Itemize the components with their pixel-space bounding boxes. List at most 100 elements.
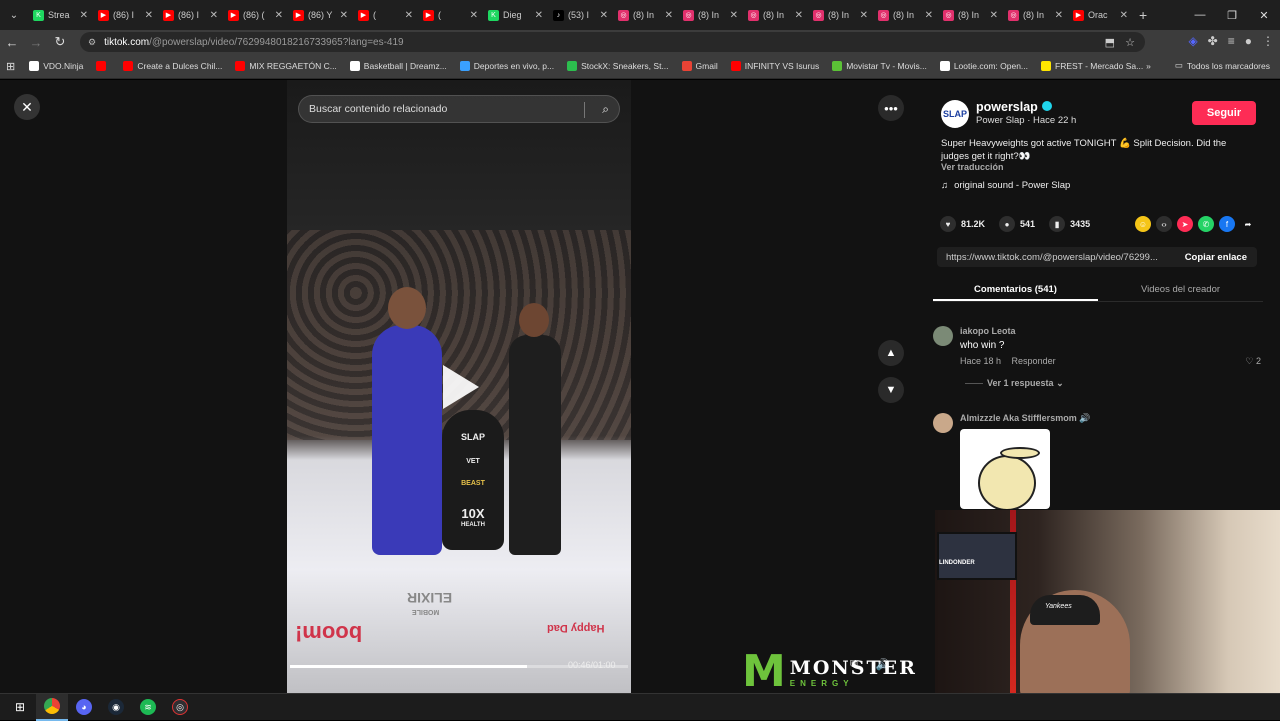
next-video-icon[interactable]: ▼: [878, 377, 904, 403]
creator-avatar[interactable]: SLAP: [941, 100, 969, 128]
browser-tab[interactable]: ▶ (✕: [353, 4, 418, 26]
browser-tab[interactable]: ◎ (8) In ✕: [743, 4, 808, 26]
bookmark-item[interactable]: INFINITY VS Isurus: [730, 61, 819, 71]
more-options-icon[interactable]: •••: [878, 95, 904, 121]
share-arrow-icon[interactable]: ➦: [1240, 216, 1256, 232]
send-icon[interactable]: ➤: [1177, 216, 1193, 232]
tab-close-icon[interactable]: ✕: [990, 10, 998, 21]
bookmark-item[interactable]: Lootie.com: Open...: [939, 61, 1028, 71]
bookmark-item[interactable]: VDO.Ninja: [29, 61, 83, 71]
browser-tab[interactable]: ◎ (8) In ✕: [613, 4, 678, 26]
comment-avatar[interactable]: [933, 326, 953, 346]
browser-tab[interactable]: ◎ (8) In ✕: [938, 4, 1003, 26]
bookmark-star-icon[interactable]: ☆: [1125, 36, 1135, 49]
tab-close-icon[interactable]: ✕: [80, 10, 88, 21]
close-icon[interactable]: ✕: [14, 94, 40, 120]
extensions-puzzle-icon[interactable]: ✤: [1208, 34, 1218, 48]
translate-link[interactable]: Ver traducción: [941, 162, 1004, 172]
bookmark-item[interactable]: [96, 61, 110, 71]
play-icon[interactable]: [443, 365, 479, 409]
tab-close-icon[interactable]: ✕: [795, 10, 803, 21]
bookmark-item[interactable]: FREST - Mercado Sa...: [1041, 61, 1143, 71]
reload-icon[interactable]: ↻: [48, 34, 72, 50]
tab-close-icon[interactable]: ✕: [470, 10, 478, 21]
browser-tab[interactable]: ▶ (86) (✕: [223, 4, 288, 26]
comment-button[interactable]: ● 541: [999, 216, 1035, 232]
close-window-icon[interactable]: ✕: [1248, 0, 1280, 30]
comment-author[interactable]: Almizzzle Aka Stifflersmom 🔊: [960, 413, 1090, 424]
comment-author[interactable]: iakopo Leota: [960, 326, 1016, 336]
bookmark-item[interactable]: Basketball | Dreamz...: [349, 61, 447, 71]
related-search-input[interactable]: Buscar contenido relacionado ⌕: [298, 95, 620, 123]
site-info-icon[interactable]: ⚙: [88, 37, 96, 48]
browser-tab[interactable]: K Dieg ✕: [483, 4, 548, 26]
tab-close-icon[interactable]: ✕: [535, 10, 543, 21]
search-icon[interactable]: ⌕: [602, 102, 609, 117]
browser-tab[interactable]: ▶ (86) Y ✕: [288, 4, 353, 26]
taskbar-chrome[interactable]: [36, 693, 68, 721]
embed-icon[interactable]: ‹›: [1156, 216, 1172, 232]
browser-tab[interactable]: ▶ (✕: [418, 4, 483, 26]
tab-close-icon[interactable]: ✕: [275, 10, 283, 21]
taskbar-discord[interactable]: ◕: [68, 694, 100, 721]
copy-link-button[interactable]: Copiar enlace: [1175, 252, 1257, 263]
new-tab-button[interactable]: +: [1139, 7, 1147, 23]
bookmark-item[interactable]: Movistar Tv - Movis...: [832, 61, 927, 71]
bookmark-item[interactable]: MIX REGGAETÓN C...: [235, 61, 337, 71]
tab-creator-videos[interactable]: Videos del creador: [1098, 278, 1263, 301]
start-button[interactable]: ⊞: [4, 694, 36, 721]
taskbar-spotify[interactable]: ≋: [132, 694, 164, 721]
sound-link[interactable]: ♫ original sound - Power Slap: [941, 180, 1070, 191]
taskbar-steam[interactable]: ◉: [100, 694, 132, 721]
like-button[interactable]: ♥ 81.2K: [940, 216, 985, 232]
whatsapp-icon[interactable]: ✆: [1198, 216, 1214, 232]
share-link-url[interactable]: https://www.tiktok.com/@powerslap/video/…: [937, 252, 1175, 263]
browser-tab[interactable]: K Strea ✕: [28, 4, 93, 26]
tab-close-icon[interactable]: ✕: [860, 10, 868, 21]
facebook-icon[interactable]: f: [1219, 216, 1235, 232]
view-replies-button[interactable]: Ver 1 respuesta ⌄: [965, 378, 1064, 389]
reply-button[interactable]: Responder: [1012, 356, 1056, 366]
tab-close-icon[interactable]: ✕: [405, 10, 413, 21]
extension-icon[interactable]: ◈: [1188, 34, 1197, 48]
minimize-icon[interactable]: —: [1184, 0, 1216, 30]
install-icon[interactable]: ⬒: [1105, 36, 1115, 49]
follow-button[interactable]: Seguir: [1192, 101, 1256, 125]
tab-close-icon[interactable]: ✕: [145, 10, 153, 21]
restore-icon[interactable]: ❐: [1216, 0, 1248, 30]
browser-tab[interactable]: ▶ Orac ✕: [1068, 4, 1133, 26]
all-bookmarks-button[interactable]: Todos los marcadores: [1187, 61, 1270, 71]
tab-comments[interactable]: Comentarios (541): [933, 278, 1098, 301]
tab-close-icon[interactable]: ✕: [925, 10, 933, 21]
tab-search-icon[interactable]: ⌄: [0, 10, 28, 21]
bookmark-item[interactable]: Deportes en vivo, p...: [459, 61, 554, 71]
media-icon[interactable]: ≡: [1228, 34, 1235, 48]
more-bookmarks-icon[interactable]: »: [1146, 61, 1151, 71]
creator-username[interactable]: powerslap: [976, 100, 1052, 114]
browser-tab[interactable]: ◎ (8) In ✕: [873, 4, 938, 26]
comment-like-button[interactable]: ♡ 2: [1245, 356, 1261, 367]
browser-tab[interactable]: ◎ (8) In ✕: [678, 4, 743, 26]
address-bar[interactable]: ⚙ tiktok.com/@powerslap/video/7629948018…: [80, 32, 1145, 52]
share-emoji-icon[interactable]: ☺: [1135, 216, 1151, 232]
comment-avatar[interactable]: [933, 413, 953, 433]
browser-tab[interactable]: ◎ (8) In ✕: [1003, 4, 1068, 26]
tab-close-icon[interactable]: ✕: [210, 10, 218, 21]
tab-close-icon[interactable]: ✕: [1120, 10, 1128, 21]
bookmark-item[interactable]: Create a Dulces Chil...: [123, 61, 222, 71]
menu-icon[interactable]: ⋮: [1262, 34, 1274, 48]
tab-close-icon[interactable]: ✕: [665, 10, 673, 21]
back-icon[interactable]: ←: [0, 35, 24, 50]
browser-tab[interactable]: ♪ (53) I ✕: [548, 4, 613, 26]
apps-icon[interactable]: ⊞: [6, 60, 15, 73]
browser-tab[interactable]: ▶ (86) I ✕: [158, 4, 223, 26]
previous-video-icon[interactable]: ▲: [878, 340, 904, 366]
tab-close-icon[interactable]: ✕: [730, 10, 738, 21]
save-button[interactable]: ▮ 3435: [1049, 216, 1090, 232]
browser-tab[interactable]: ▶ (86) I ✕: [93, 4, 158, 26]
tab-close-icon[interactable]: ✕: [600, 10, 608, 21]
bookmark-item[interactable]: Gmail: [681, 61, 718, 71]
profile-avatar[interactable]: ●: [1245, 34, 1252, 48]
tab-close-icon[interactable]: ✕: [340, 10, 348, 21]
browser-tab[interactable]: ◎ (8) In ✕: [808, 4, 873, 26]
